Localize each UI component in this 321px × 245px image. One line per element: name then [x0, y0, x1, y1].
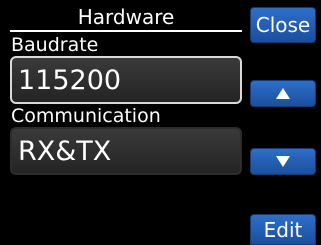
close-button[interactable]: Close: [250, 7, 316, 43]
close-button-label: Close: [255, 13, 311, 37]
edit-button-label: Edit: [263, 218, 303, 242]
baudrate-field[interactable]: 115200: [10, 56, 242, 104]
edit-button[interactable]: Edit: [250, 214, 316, 245]
page-title: Hardware: [77, 5, 175, 29]
communication-value: RX&TX: [18, 136, 112, 167]
title-underline: [10, 30, 242, 32]
baudrate-value: 115200: [18, 65, 122, 96]
hardware-screen: Hardware Baudrate 115200 Communication R…: [0, 0, 321, 245]
arrow-down-icon: [276, 156, 290, 167]
baudrate-label: Baudrate: [11, 34, 99, 56]
communication-label: Communication: [11, 105, 161, 127]
up-button[interactable]: [250, 80, 316, 107]
down-button[interactable]: [250, 148, 316, 175]
communication-field[interactable]: RX&TX: [10, 127, 242, 175]
arrow-up-icon: [276, 88, 290, 99]
